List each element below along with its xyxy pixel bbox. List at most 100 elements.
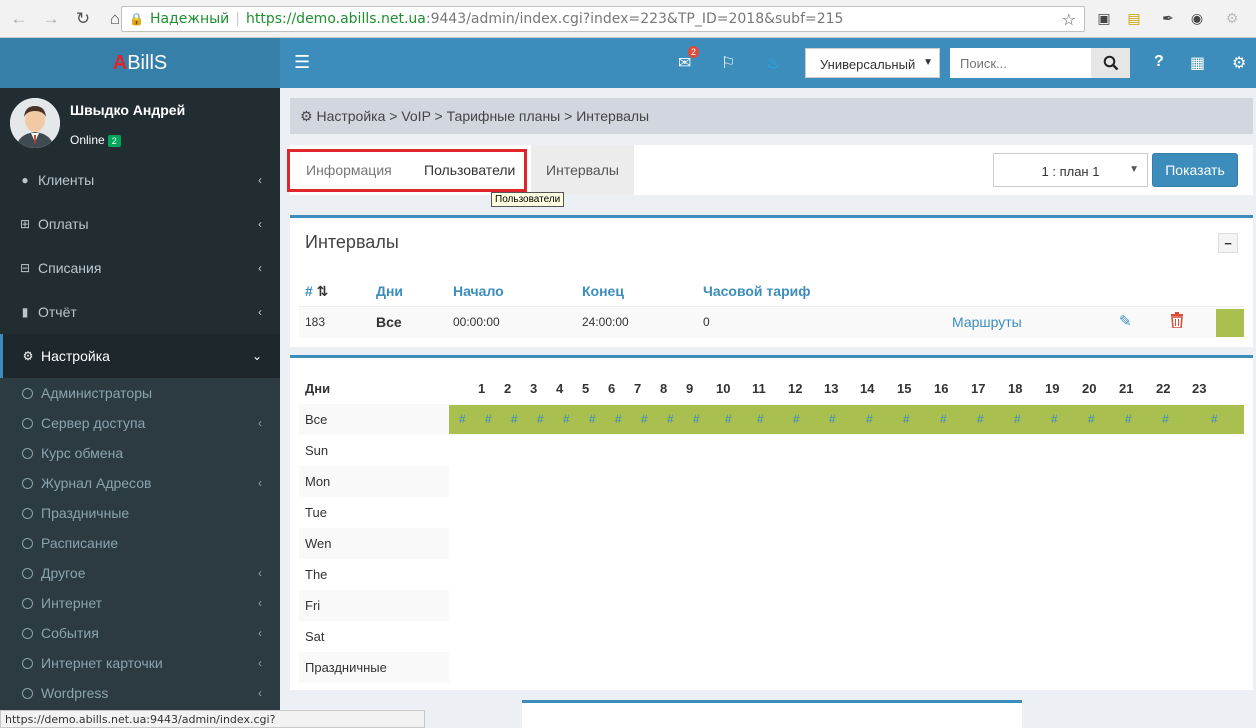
address-bar[interactable]: 🔒 Надежный | https://demo.abills.net.ua …: [121, 6, 1085, 32]
row-id: 183: [305, 315, 326, 329]
submenu-item-label: Расписание: [41, 535, 119, 551]
column-header-tariff[interactable]: Часовой тариф: [703, 283, 810, 299]
extension-picker-icon[interactable]: ✒: [1158, 8, 1178, 28]
interval-hash-link[interactable]: #: [641, 412, 648, 426]
interval-hash-link[interactable]: #: [537, 412, 544, 426]
lock-icon: 🔒: [129, 12, 144, 26]
chevron-left-icon: ‹: [258, 173, 262, 187]
interval-hash-link[interactable]: #: [693, 412, 700, 426]
interval-hash-link[interactable]: #: [903, 412, 910, 426]
breadcrumb-text[interactable]: Настройка > VoIP > Тарифные планы > Инте…: [316, 108, 649, 124]
sidebar-item-charges[interactable]: ⊟ Списания ‹: [0, 246, 280, 290]
row-days: Все: [376, 314, 402, 330]
interval-hash-link[interactable]: #: [1162, 412, 1169, 426]
submenu-item-events[interactable]: События ‹: [0, 618, 280, 648]
minus-square-icon: ⊟: [19, 261, 31, 275]
menu-toggle-icon[interactable]: ☰: [294, 52, 310, 73]
interval-hash-link[interactable]: #: [459, 412, 466, 426]
submenu-item-address-log[interactable]: Журнал Адресов ‹: [0, 468, 280, 498]
interval-hash-link[interactable]: #: [940, 412, 947, 426]
interval-hash-link[interactable]: #: [829, 412, 836, 426]
mail-badge: 2: [688, 46, 700, 58]
flag-icon[interactable]: ⚐: [721, 53, 735, 73]
bookmark-star-icon[interactable]: ☆: [1062, 10, 1076, 29]
row-start: 00:00:00: [453, 315, 500, 329]
interval-hash-link[interactable]: #: [511, 412, 518, 426]
hour-header: 15: [897, 381, 912, 396]
app-logo[interactable]: A BillS: [0, 38, 280, 88]
circle-icon: [22, 567, 33, 579]
qr-icon[interactable]: ▦: [1190, 53, 1205, 73]
submenu-item-label: События: [41, 625, 99, 641]
column-header-end[interactable]: Конец: [582, 283, 624, 299]
interval-hash-link[interactable]: #: [667, 412, 674, 426]
extension-incognito-icon[interactable]: ▣: [1094, 8, 1114, 28]
interval-hash-link[interactable]: #: [485, 412, 492, 426]
column-header-num[interactable]: # ⇅: [305, 283, 328, 300]
show-button[interactable]: Показать: [1152, 153, 1238, 187]
submenu-item-holidays[interactable]: Праздничные: [0, 498, 280, 528]
interval-hash-link[interactable]: #: [1211, 412, 1218, 426]
search-input[interactable]: [950, 48, 1091, 78]
collapse-button[interactable]: −: [1218, 233, 1238, 253]
sidebar-item-report[interactable]: ▮ Отчёт ‹: [0, 290, 280, 334]
extension-ruler-icon[interactable]: ▤: [1124, 8, 1144, 28]
interval-hash-link[interactable]: #: [866, 412, 873, 426]
reload-icon[interactable]: ↻: [70, 6, 96, 32]
column-header-days[interactable]: Дни: [376, 283, 403, 299]
forward-arrow-icon[interactable]: →: [38, 6, 64, 32]
submenu-item-internet-cards[interactable]: Интернет карточки ‹: [0, 648, 280, 678]
extension-gear-icon[interactable]: ⚙: [1222, 8, 1242, 28]
interval-hash-link[interactable]: #: [1088, 412, 1095, 426]
settings-gears-icon[interactable]: ⚙: [1232, 53, 1246, 73]
interval-hash-link[interactable]: #: [1014, 412, 1021, 426]
interval-hash-link[interactable]: #: [725, 412, 732, 426]
circle-icon: [22, 597, 33, 609]
submenu-item-admins[interactable]: Администраторы: [0, 378, 280, 408]
submenu-item-internet[interactable]: Интернет ‹: [0, 588, 280, 618]
interval-hash-link[interactable]: #: [977, 412, 984, 426]
delete-trash-icon[interactable]: [1170, 312, 1184, 331]
sidebar-item-clients[interactable]: ● Клиенты ‹: [0, 158, 280, 202]
hour-header: 20: [1082, 381, 1097, 396]
chevron-left-icon: ‹: [258, 476, 262, 490]
help-icon[interactable]: ?: [1154, 53, 1164, 71]
interval-hash-link[interactable]: #: [563, 412, 570, 426]
submenu-item-wordpress[interactable]: Wordpress ‹: [0, 678, 280, 708]
interval-hash-link[interactable]: #: [793, 412, 800, 426]
circle-icon: [22, 537, 33, 549]
schedule-day-label: Все: [305, 412, 328, 427]
hour-header: 12: [788, 381, 803, 396]
interval-hash-link[interactable]: #: [615, 412, 622, 426]
search-button[interactable]: [1091, 48, 1130, 78]
submenu-item-other[interactable]: Другое ‹: [0, 558, 280, 588]
row-end: 24:00:00: [582, 315, 629, 329]
interval-hash-link[interactable]: #: [757, 412, 764, 426]
hour-header: 8: [660, 381, 668, 396]
schedule-day-label: Праздничные: [305, 660, 387, 675]
submenu-item-schedule[interactable]: Расписание: [0, 528, 280, 558]
user-panel: Швыдко Андрей Online 2: [0, 88, 280, 158]
sidebar-item-label: Оплаты: [38, 216, 89, 232]
routes-link[interactable]: Маршруты: [952, 314, 1022, 330]
column-header-start[interactable]: Начало: [453, 283, 504, 299]
interval-hash-link[interactable]: #: [1125, 412, 1132, 426]
sidebar-item-payments[interactable]: ⊞ Оплаты ‹: [0, 202, 280, 246]
bell-icon[interactable]: ♨: [766, 53, 780, 73]
mode-select[interactable]: Универсальный ▼: [805, 48, 940, 78]
interval-hash-link[interactable]: #: [589, 412, 596, 426]
back-arrow-icon[interactable]: ←: [6, 6, 32, 32]
circle-icon: [22, 387, 33, 399]
extension-eye-icon[interactable]: ◉: [1187, 8, 1207, 28]
header-num-text: #: [305, 283, 313, 299]
tab-intervals[interactable]: Интервалы: [531, 145, 634, 195]
plan-select[interactable]: 1 : план 1 ▼: [993, 153, 1148, 187]
schedule-day-label: Mon: [305, 474, 331, 489]
interval-hash-link[interactable]: #: [1051, 412, 1058, 426]
hour-header: 2: [504, 381, 512, 396]
hour-header: 10: [716, 381, 731, 396]
sidebar-item-settings[interactable]: ⚙ Настройка ⌄: [0, 334, 280, 378]
submenu-item-exchange-rate[interactable]: Курс обмена: [0, 438, 280, 468]
submenu-item-access-server[interactable]: Сервер доступа ‹: [0, 408, 280, 438]
edit-pencil-icon[interactable]: ✎: [1119, 312, 1132, 330]
